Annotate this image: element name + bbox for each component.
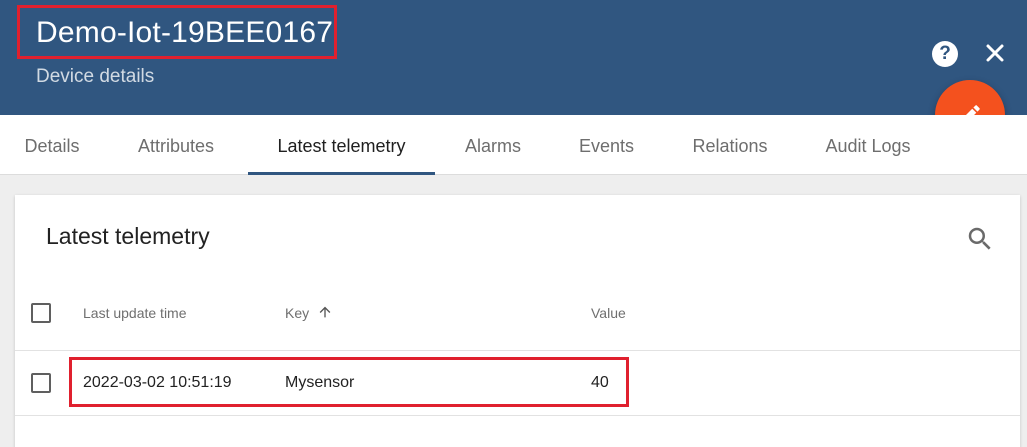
device-details-header: Demo-Iot-19BEE0167 Device details ? [0, 0, 1027, 115]
row-highlight-box [69, 357, 629, 407]
column-header-key[interactable]: Key [285, 305, 309, 321]
active-tab-indicator [248, 172, 435, 175]
tab-events[interactable]: Events [551, 115, 662, 175]
select-all-checkbox[interactable] [31, 303, 51, 323]
row-divider [15, 415, 1020, 416]
tab-attributes[interactable]: Attributes [104, 115, 248, 175]
arrow-up-icon[interactable] [317, 304, 333, 320]
tab-relations[interactable]: Relations [662, 115, 798, 175]
column-header-last-update-time[interactable]: Last update time [83, 305, 187, 321]
search-icon[interactable] [965, 224, 995, 254]
telemetry-card: Latest telemetry Last update time Key Va… [15, 195, 1020, 447]
column-header-value[interactable]: Value [591, 305, 626, 321]
card-title: Latest telemetry [46, 223, 210, 249]
close-icon[interactable] [979, 37, 1011, 69]
tab-alarms[interactable]: Alarms [435, 115, 551, 175]
tab-details[interactable]: Details [0, 115, 104, 175]
header-divider [15, 350, 1020, 351]
tab-audit-logs[interactable]: Audit Logs [798, 115, 938, 175]
help-icon[interactable]: ? [932, 41, 958, 67]
title-highlight-box [17, 5, 337, 59]
row-checkbox[interactable] [31, 373, 51, 393]
device-subtitle: Device details [36, 66, 155, 87]
device-tabs: Details Attributes Latest telemetry Alar… [0, 115, 1027, 175]
tab-latest-telemetry[interactable]: Latest telemetry [248, 115, 435, 175]
